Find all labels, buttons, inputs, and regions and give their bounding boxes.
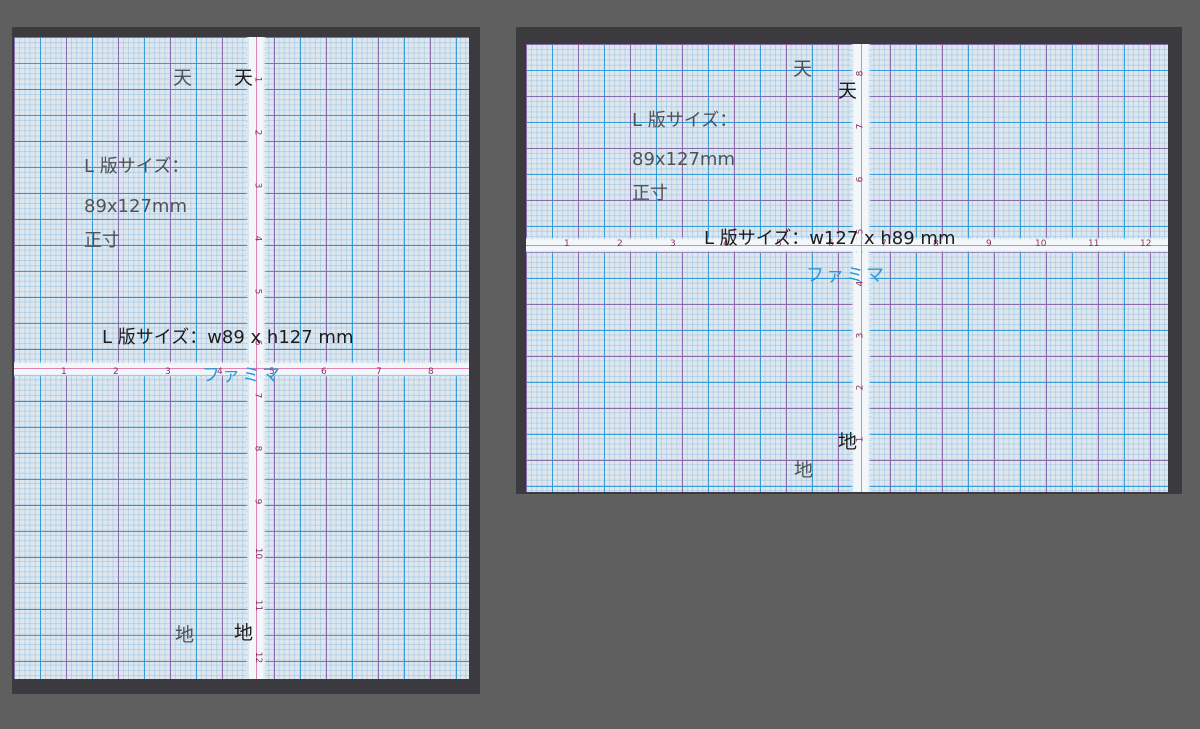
info-line-size: L 版サイズ： [84,156,190,177]
ruler-h-tick: 12 [1140,239,1152,249]
info-line-dimensions: 89x127mm [84,196,187,217]
bottom-label: 地 [794,459,814,481]
brand-text: ファミマ [202,365,282,386]
ruler-v-tick: 3 [855,332,866,339]
ruler-h-tick: 2 [617,239,623,249]
ruler-h-tick: 11 [1088,239,1100,249]
ruler-v-tick: 9 [252,498,263,505]
ruler-v-tick: 6 [855,176,866,183]
ruler-v-tick: 2 [252,129,263,136]
ruler-v-tick: 8 [855,70,866,77]
bottom-label: 地 [234,622,254,644]
artboard-landscape[interactable]: 1 2 3 4 5 6 7 8 9 10 11 12 8 7 6 5 4 3 2… [516,27,1182,494]
ruler-h-tick: 1 [61,367,67,377]
info-line-size: L 版サイズ： [632,110,738,131]
ruler-h-tick: 8 [428,367,434,377]
ruler-h-tick: 9 [986,239,992,249]
ruler-h-tick: 10 [1035,239,1047,249]
top-label: 天 [793,58,813,80]
size-label: L 版サイズ：w127 x h89 mm [704,228,956,249]
bottom-label: 地 [838,431,858,453]
info-line-exact: 正寸 [84,230,120,251]
graph-paper-portrait [14,37,469,679]
ruler-v-tick: 7 [855,123,866,130]
ruler-v-tick: 11 [253,599,264,612]
ruler-v-tick: 12 [253,651,264,664]
ruler-h-tick: 7 [376,367,382,377]
info-line-exact: 正寸 [632,183,668,204]
ruler-h-tick: 2 [113,367,119,377]
top-label: 天 [838,80,858,102]
ruler-v-tick: 5 [252,288,263,295]
brand-text: ファミマ [806,265,886,286]
top-label: 天 [234,67,254,89]
top-label: 天 [173,67,193,89]
ruler-h-tick: 3 [670,239,676,249]
ruler-v-tick: 7 [252,392,263,399]
ruler-h-tick: 1 [564,239,570,249]
size-label: L 版サイズ：w89 x h127 mm [102,327,354,348]
ruler-h-tick: 3 [165,367,171,377]
bottom-label: 地 [175,624,195,646]
artboard-portrait[interactable]: 1 2 3 4 5 6 7 8 9 10 11 12 1 2 3 4 5 6 7… [12,27,480,694]
ruler-v-tick: 1 [252,76,263,83]
ruler-h-tick: 6 [321,367,327,377]
ruler-v-tick: 2 [855,384,866,391]
ruler-v-tick: 10 [253,547,264,560]
ruler-v-tick: 4 [252,235,263,242]
ruler-v-tick: 3 [252,182,263,189]
ruler-v-tick: 1 [855,436,866,443]
info-line-dimensions: 89x127mm [632,149,735,170]
ruler-v-tick: 8 [252,445,263,452]
